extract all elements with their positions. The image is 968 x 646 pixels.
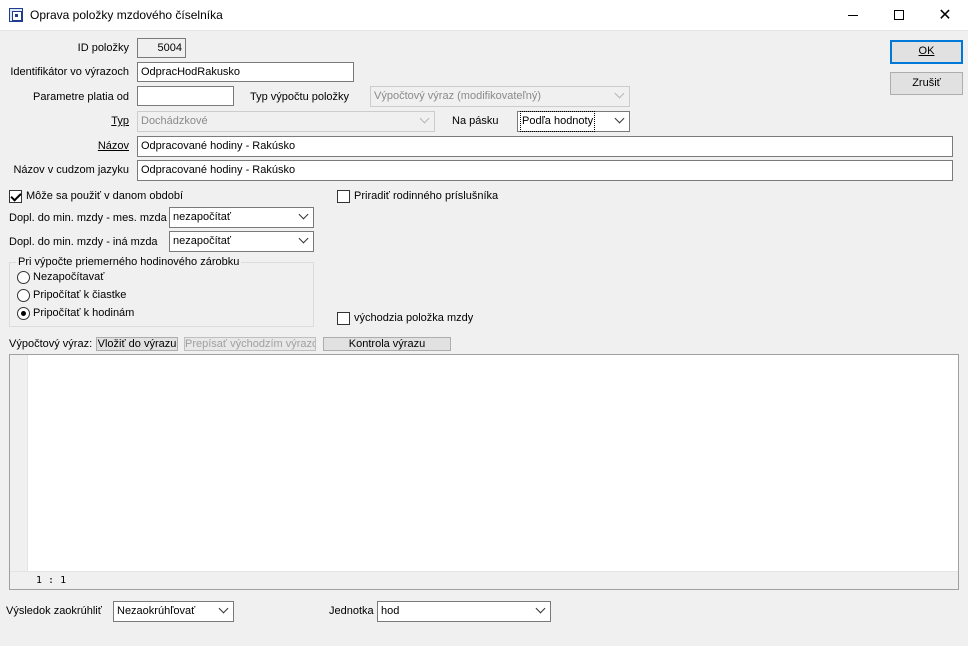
min-wage-monthly-label: Dopl. do min. mzdy - mes. mzda: [9, 212, 167, 224]
usable-in-period-label: Môže sa použiť v danom období: [26, 190, 183, 202]
assign-family-member-label: Priradiť rodinného príslušníka: [354, 190, 499, 202]
cancel-button[interactable]: Zrušiť: [890, 72, 963, 95]
type-label: Typ: [111, 115, 129, 127]
chevron-down-icon: [614, 88, 625, 99]
close-icon: ✕: [938, 5, 952, 24]
name-label: Názov: [97, 140, 129, 152]
name-field[interactable]: Odpracované hodiny - Rakúsko: [137, 136, 953, 157]
minimize-icon: [848, 15, 858, 16]
editor-status-bar: 1 : 1: [10, 571, 958, 589]
avg-earnings-option-0: Nezapočítavať: [33, 271, 105, 283]
maximize-icon: [894, 10, 904, 20]
valid-from-field[interactable]: [137, 86, 234, 106]
valid-from-label: Parametre platia od: [33, 91, 129, 103]
close-button[interactable]: ✕: [922, 0, 968, 30]
unit-label: Jednotka: [329, 605, 374, 617]
unit-select[interactable]: hod: [377, 601, 551, 622]
usable-in-period-checkbox[interactable]: [9, 190, 22, 203]
avg-earnings-option-1: Pripočítať k čiastke: [33, 289, 127, 301]
calc-type-select: Výpočtový výraz (modifikovateľný): [370, 86, 630, 107]
rewrite-default-expression-button[interactable]: Prepísať východzím výrazom: [184, 337, 316, 351]
foreign-name-label: Názov v cudzom jazyku: [13, 164, 129, 176]
avg-earnings-option-2: Pripočítať k hodinám: [33, 307, 135, 319]
window-title: Oprava položky mzdového číselníka: [30, 8, 223, 22]
payslip-label: Na pásku: [452, 115, 499, 127]
chevron-down-icon: [614, 113, 625, 124]
min-wage-other-label: Dopl. do min. mzdy - iná mzda: [9, 236, 158, 248]
avg-earnings-radio-0[interactable]: [17, 271, 30, 284]
chevron-down-icon: [419, 113, 430, 124]
min-wage-other-select[interactable]: nezapočítať: [169, 231, 314, 252]
chevron-down-icon: [298, 209, 309, 220]
identifier-label: Identifikátor vo výrazoch: [10, 66, 129, 78]
expression-label: Výpočtový výraz:: [9, 338, 93, 350]
id-field: 5004: [137, 38, 186, 58]
maximize-button[interactable]: [876, 0, 922, 30]
assign-family-member-checkbox[interactable]: [337, 190, 350, 203]
payslip-select[interactable]: Podľa hodnoty: [517, 111, 630, 132]
expression-editor[interactable]: 1 : 1: [9, 354, 959, 590]
cursor-position: 1 : 1: [36, 575, 67, 586]
rounding-select[interactable]: Nezaokrúhľovať: [113, 601, 234, 622]
check-expression-button[interactable]: Kontrola výrazu: [323, 337, 451, 351]
rounding-label: Výsledok zaokrúhliť: [6, 605, 102, 617]
default-wage-item-checkbox[interactable]: [337, 312, 350, 325]
title-bar: Oprava položky mzdového číselníka ✕: [0, 0, 968, 31]
minimize-button[interactable]: [830, 0, 876, 30]
avg-earnings-radio-1[interactable]: [17, 289, 30, 302]
insert-into-expression-button[interactable]: Vložiť do výrazu: [96, 337, 178, 351]
avg-earnings-group-title: Pri výpočte priemerného hodinového zárob…: [16, 255, 242, 269]
calc-type-label: Typ výpočtu položky: [250, 91, 350, 103]
app-icon: [9, 8, 23, 22]
identifier-field[interactable]: OdpracHodRakusko: [137, 62, 354, 82]
min-wage-monthly-select[interactable]: nezapočítať: [169, 207, 314, 228]
foreign-name-field[interactable]: Odpracované hodiny - Rakúsko: [137, 160, 953, 181]
chevron-down-icon: [535, 603, 546, 614]
type-select: Dochádzkové: [137, 111, 435, 132]
default-wage-item-label: východzia položka mzdy: [354, 312, 474, 324]
ok-button[interactable]: OK: [890, 40, 963, 64]
id-label: ID položky: [77, 42, 129, 54]
chevron-down-icon: [218, 603, 229, 614]
avg-earnings-radio-2[interactable]: [17, 307, 30, 320]
editor-gutter: [10, 355, 28, 571]
chevron-down-icon: [298, 233, 309, 244]
